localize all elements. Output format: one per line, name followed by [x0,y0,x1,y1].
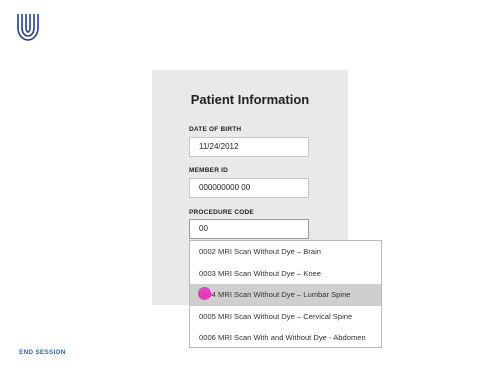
date-of-birth-field[interactable]: 11/24/2012 [189,137,309,157]
member-id-field[interactable]: 000000000 00 [189,178,309,198]
option-label: 0003 MRI Scan Without Dye – Knee [199,268,321,278]
procedure-code-label: PROCEDURE CODE [189,209,254,216]
option-label: 0002 MRI Scan Without Dye – Brain [199,247,321,256]
member-id-label: MEMBER ID [189,167,228,174]
dropdown-option-0006[interactable]: 0006 MRI Scan With and Without Dye - Abd… [190,327,381,349]
procedure-code-value: 00 [199,224,208,233]
page-title: Patient Information [190,92,310,107]
procedure-code-field[interactable]: 00 [189,219,309,239]
procedure-code-dropdown: 0002 MRI Scan Without Dye – Brain 0003 M… [189,240,382,348]
date-of-birth-value: 11/24/2012 [199,142,239,151]
brand-logo-icon [16,12,40,42]
end-session-link[interactable]: END SESSION [19,349,66,356]
member-id-value: 000000000 00 [199,183,251,192]
option-label: 0006 MRI Scan With and Without Dye - Abd… [199,333,366,343]
cursor-marker [198,287,211,300]
option-label: 0004 MRI Scan Without Dye – Lumbar Spine [199,290,351,300]
dropdown-option-0005[interactable]: 0005 MRI Scan Without Dye – Cervical Spi… [190,306,381,328]
dropdown-option-0004[interactable]: 0004 MRI Scan Without Dye – Lumbar Spine [190,284,381,306]
date-of-birth-label: DATE OF BIRTH [189,126,242,133]
dropdown-option-0002[interactable]: 0002 MRI Scan Without Dye – Brain [190,241,381,263]
option-label: 0005 MRI Scan Without Dye – Cervical Spi… [199,311,353,321]
dropdown-option-0003[interactable]: 0003 MRI Scan Without Dye – Knee [190,263,381,285]
